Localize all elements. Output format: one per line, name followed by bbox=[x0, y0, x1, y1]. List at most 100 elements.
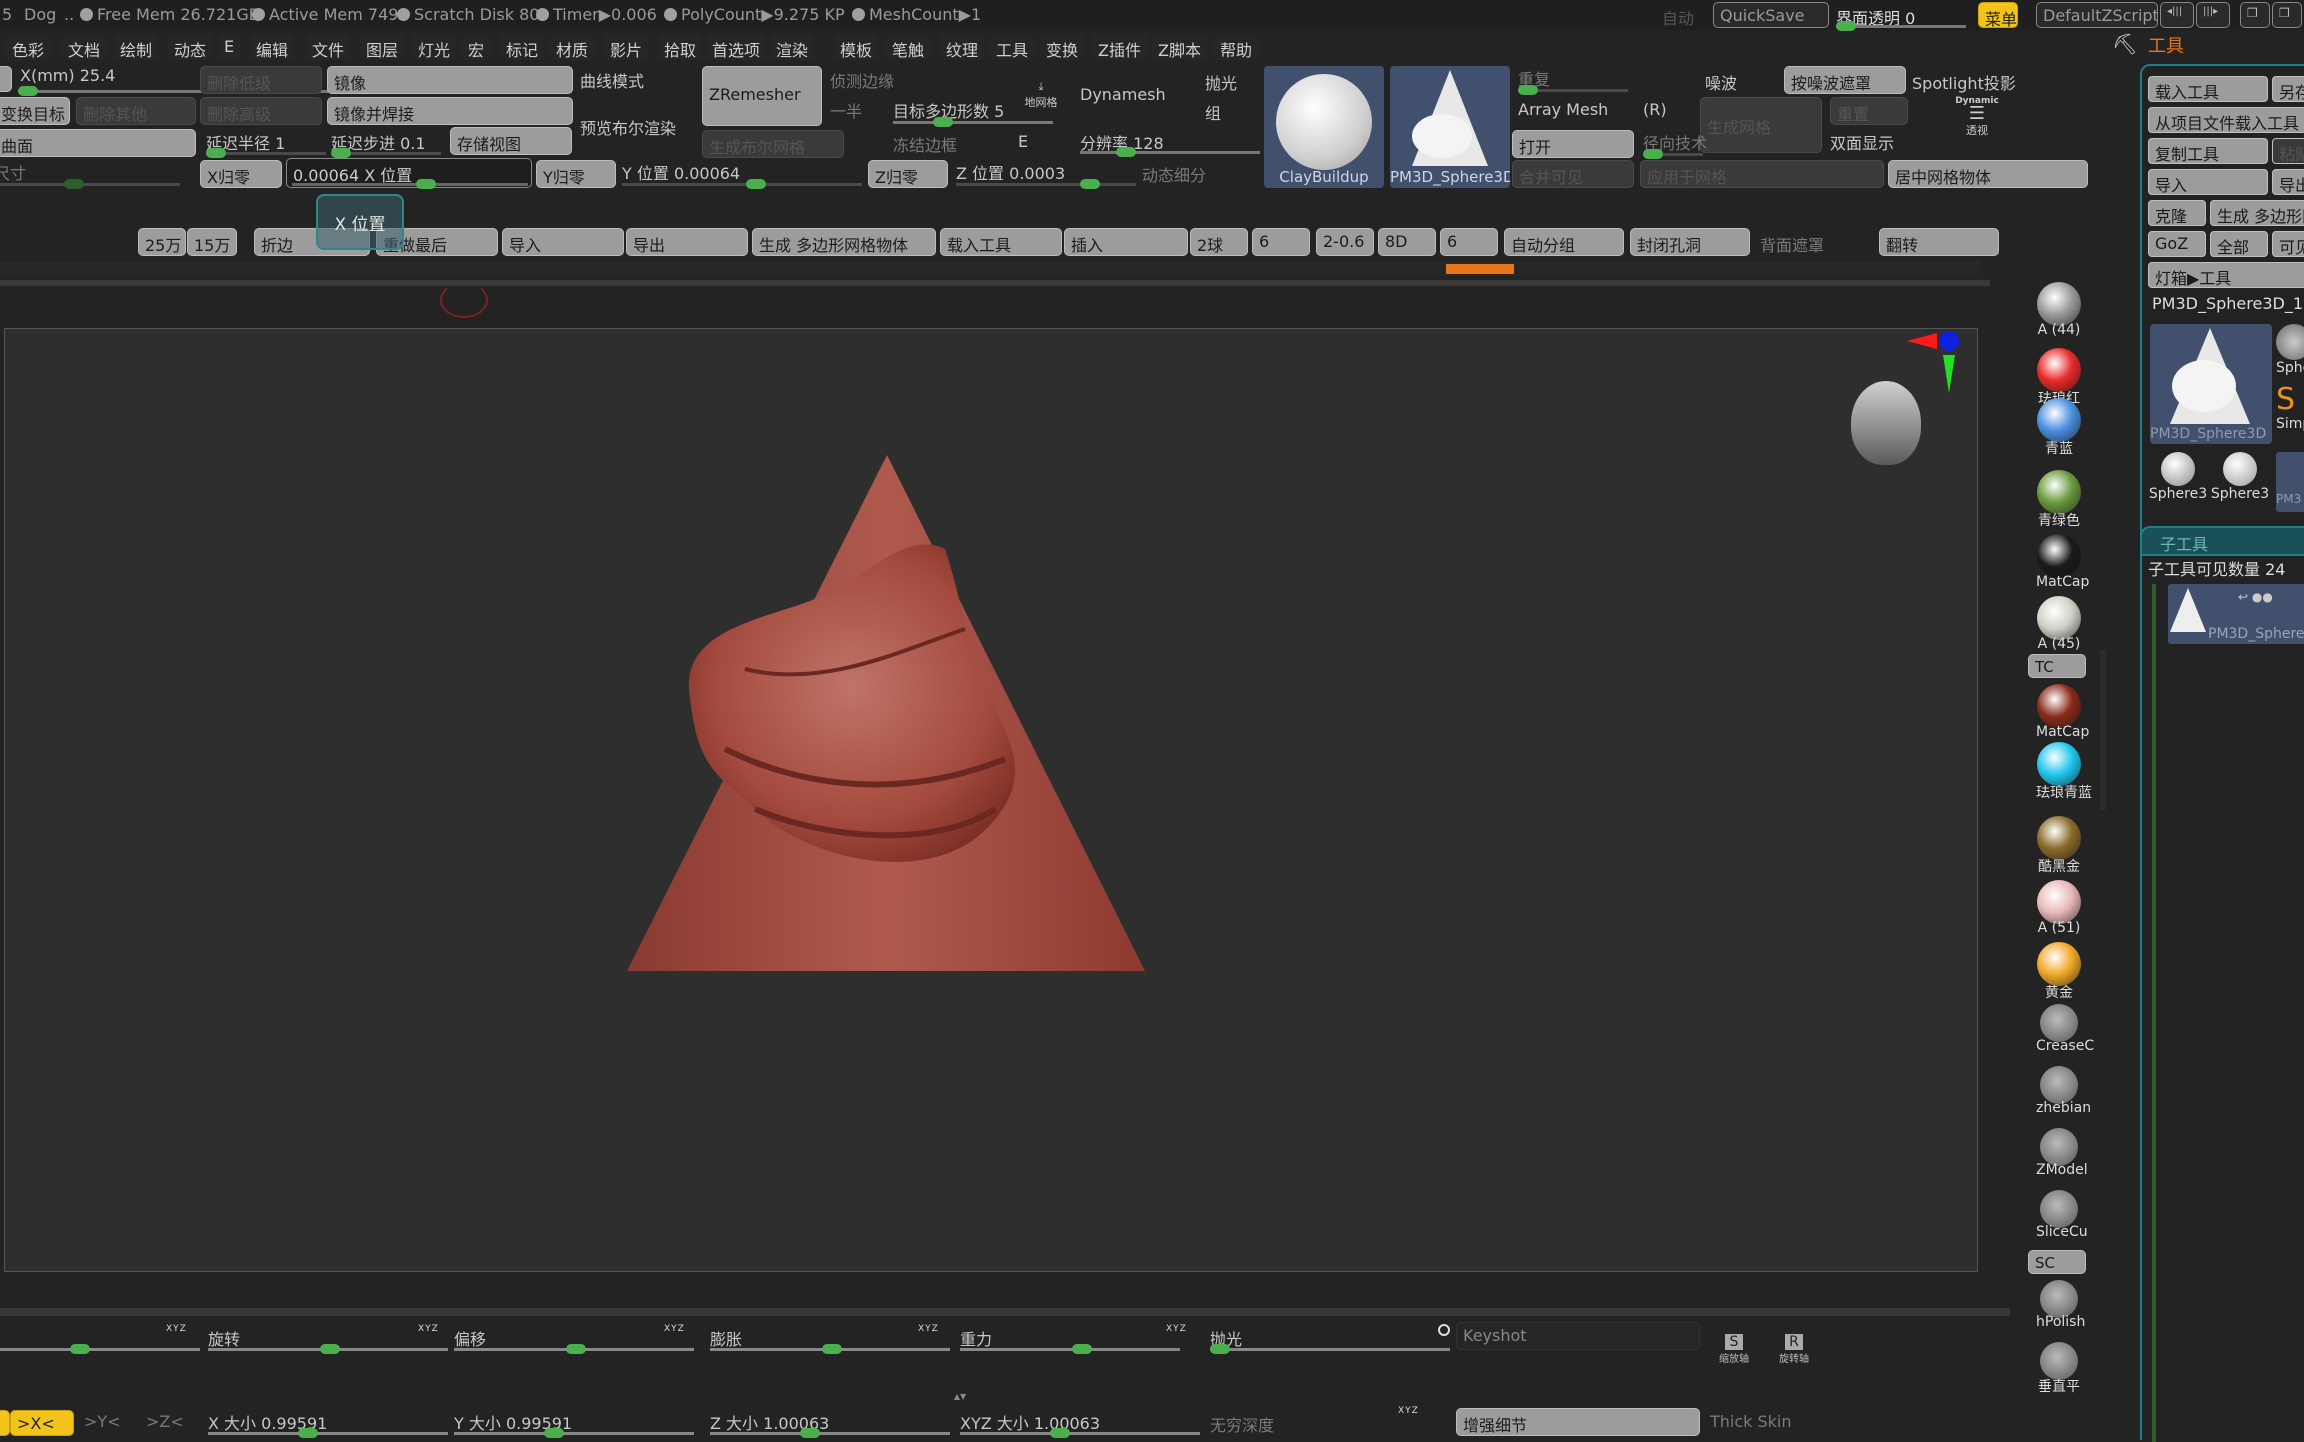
brush-item[interactable]: SliceCu bbox=[2036, 1190, 2088, 1240]
tool-thumb-pm3d-small[interactable]: PM3 bbox=[2276, 452, 2304, 512]
shelf-button[interactable]: 载入工具 bbox=[940, 228, 1062, 256]
lazy-step-slider[interactable] bbox=[331, 148, 441, 158]
scale-axis-button[interactable]: S 缩放轴 bbox=[1712, 1334, 1756, 1365]
shelf-button[interactable]: 封闭孔洞 bbox=[1630, 228, 1750, 256]
e-button[interactable]: E bbox=[1018, 132, 1028, 151]
menu-14[interactable]: 首选项 bbox=[706, 34, 767, 60]
import-button[interactable]: 导入 bbox=[2148, 169, 2268, 195]
project-grid-button[interactable]: ⤓ 地网格 bbox=[1020, 80, 1062, 116]
xyz-toggle[interactable]: XYZ bbox=[166, 1324, 187, 1334]
material-swatch[interactable]: A (44) bbox=[2036, 282, 2082, 338]
array-mesh-button[interactable]: Array Mesh bbox=[1518, 100, 1608, 119]
brush-item[interactable]: CreaseC bbox=[2036, 1004, 2094, 1054]
make-boolean-button[interactable]: 生成布尔网格 bbox=[702, 130, 844, 158]
slider-0[interactable] bbox=[0, 1344, 200, 1354]
mirror-weld-button[interactable]: 镜像并焊接 bbox=[327, 97, 573, 125]
target-poly-slider[interactable] bbox=[893, 117, 1053, 127]
brush-item[interactable]: ZModel bbox=[2036, 1128, 2088, 1178]
xyz-toggle[interactable]: XYZ bbox=[1166, 1324, 1187, 1334]
y-zero-button[interactable]: Y归零 bbox=[536, 160, 616, 188]
brush-thumb-pm3d[interactable]: PM3D_Sphere3D bbox=[1390, 66, 1510, 188]
keyshot-radio[interactable] bbox=[1438, 1324, 1450, 1336]
shelf-button[interactable]: 6 bbox=[1252, 228, 1310, 256]
menu-11[interactable]: 材质 bbox=[550, 34, 595, 60]
y-position-slider[interactable] bbox=[622, 179, 862, 189]
half-button[interactable]: 一半 bbox=[830, 98, 862, 122]
shelf-button[interactable]: 6 bbox=[1440, 228, 1498, 256]
default-zscript-button[interactable]: DefaultZScript bbox=[2036, 2, 2158, 28]
shelf-button[interactable]: 25万 bbox=[138, 228, 186, 256]
menu-3[interactable]: 动态 bbox=[168, 34, 213, 60]
zremesher-button[interactable]: ZRemesher bbox=[702, 66, 822, 126]
shelf-button[interactable]: 导入 bbox=[502, 228, 624, 256]
load-tool-button[interactable]: 载入工具 bbox=[2148, 76, 2268, 102]
size-slider[interactable] bbox=[0, 179, 180, 189]
default-layout-icon[interactable]: ❐ bbox=[2272, 2, 2302, 28]
freeze-border-button[interactable]: 冻结边框 bbox=[893, 132, 957, 156]
load-from-project-button[interactable]: 从项目文件载入工具 bbox=[2148, 107, 2304, 133]
sc-button[interactable]: SC bbox=[2028, 1250, 2086, 1274]
shelf-button[interactable]: 2球 bbox=[1190, 228, 1248, 256]
tool-thumb-sphere3d-1[interactable]: Sphere3 bbox=[2148, 452, 2208, 502]
slider-knob[interactable] bbox=[1836, 21, 1856, 31]
material-swatch[interactable]: 珐琅青蓝 bbox=[2036, 742, 2092, 802]
clone-button[interactable]: 克隆 bbox=[2148, 200, 2206, 226]
material-swatch[interactable]: A (45) bbox=[2036, 596, 2082, 652]
perspective-button[interactable]: Dynamic ☰ 透视 bbox=[1954, 96, 2000, 146]
lazy-radius-slider[interactable] bbox=[206, 148, 326, 158]
paste-tool-button[interactable]: 粘贴 bbox=[2272, 138, 2304, 164]
tool-thumb-sphere3d-2[interactable]: Sphere3 bbox=[2210, 452, 2270, 502]
repeat-slider[interactable] bbox=[1518, 85, 1628, 95]
scroll-left-icon[interactable]: ◂||| bbox=[2160, 2, 2194, 28]
shelf-button[interactable]: 生成 多边形网格物体 bbox=[752, 228, 936, 256]
brush-item[interactable]: 垂直平 bbox=[2036, 1342, 2082, 1396]
material-swatch[interactable]: 青绿色 bbox=[2036, 470, 2082, 530]
menu-4[interactable]: E bbox=[218, 34, 241, 60]
timeline-marker[interactable] bbox=[1446, 264, 1514, 274]
visibility-toggle-icon[interactable]: ↩ ●● bbox=[2238, 590, 2273, 604]
material-swatch[interactable]: A (51) bbox=[2036, 880, 2082, 936]
menu-18[interactable]: 纹理 bbox=[940, 34, 985, 60]
polish-slider[interactable] bbox=[1210, 1344, 1450, 1354]
menu-5[interactable]: 编辑 bbox=[250, 34, 295, 60]
enhance-detail-button[interactable]: 增强细节 bbox=[1456, 1408, 1700, 1436]
menu-0[interactable]: 色彩 bbox=[6, 34, 51, 60]
copy-tool-button[interactable]: 复制工具 bbox=[2148, 138, 2268, 164]
swap-target-button[interactable]: 变换目标 bbox=[0, 97, 70, 125]
export-button[interactable]: 导出 bbox=[2272, 169, 2304, 195]
merge-visible-button[interactable]: 合并可见 bbox=[1512, 160, 1634, 188]
menu-21[interactable]: Z插件 bbox=[1092, 34, 1147, 60]
keyshot-button[interactable]: Keyshot bbox=[1456, 1322, 1700, 1350]
shelf-button[interactable]: 插入 bbox=[1064, 228, 1188, 256]
shelf-button[interactable]: 2-0.6 bbox=[1316, 228, 1374, 256]
menu-12[interactable]: 影片 bbox=[604, 34, 649, 60]
gravity-slider[interactable] bbox=[960, 1344, 1180, 1354]
menu-20[interactable]: 变换 bbox=[1040, 34, 1085, 60]
menu-button[interactable]: 菜单 bbox=[1978, 2, 2018, 28]
goz-all-button[interactable]: 全部 bbox=[2210, 231, 2268, 257]
subtool-scrollbar[interactable] bbox=[2152, 584, 2156, 1442]
surface-button[interactable]: 曲面 bbox=[0, 129, 196, 157]
shelf-button[interactable]: 8D bbox=[1378, 228, 1436, 256]
z-zero-button[interactable]: Z归零 bbox=[868, 160, 948, 188]
axis-partial-button[interactable] bbox=[0, 1410, 10, 1436]
subtool-header[interactable]: 子工具 bbox=[2140, 526, 2304, 556]
menu-15[interactable]: 渲染 bbox=[770, 34, 815, 60]
dynamic-subdiv-button[interactable]: 动态细分 bbox=[1142, 162, 1206, 186]
save-as-button[interactable]: 另存 bbox=[2272, 76, 2304, 102]
subtool-item[interactable]: ↩ ●● PM3D_Sphere bbox=[2168, 584, 2304, 644]
dynamesh-button[interactable]: Dynamesh bbox=[1080, 85, 1166, 104]
make-polymesh-button[interactable]: 生成 多边形网格物体 bbox=[2210, 200, 2304, 226]
curve-mode-button[interactable]: 曲线模式 bbox=[580, 68, 644, 92]
x-zero-button[interactable]: X归零 bbox=[200, 160, 282, 188]
tool-thumb-simple[interactable]: SSimp bbox=[2276, 384, 2304, 444]
tool-thumb-main[interactable]: PM3D_Sphere3D bbox=[2150, 324, 2272, 444]
xyz-toggle[interactable]: XYZ bbox=[418, 1324, 439, 1334]
timeline-track[interactable] bbox=[0, 262, 1980, 276]
xyz-size-slider[interactable] bbox=[960, 1428, 1200, 1438]
offset-slider[interactable] bbox=[454, 1344, 694, 1354]
apply-mesh-button[interactable]: 应用于网格 bbox=[1640, 160, 1884, 188]
material-swatch[interactable]: MatCap bbox=[2036, 684, 2089, 740]
material-swatch[interactable]: MatCap bbox=[2036, 534, 2089, 590]
make-mesh-button[interactable]: 生成网格 bbox=[1700, 97, 1822, 153]
